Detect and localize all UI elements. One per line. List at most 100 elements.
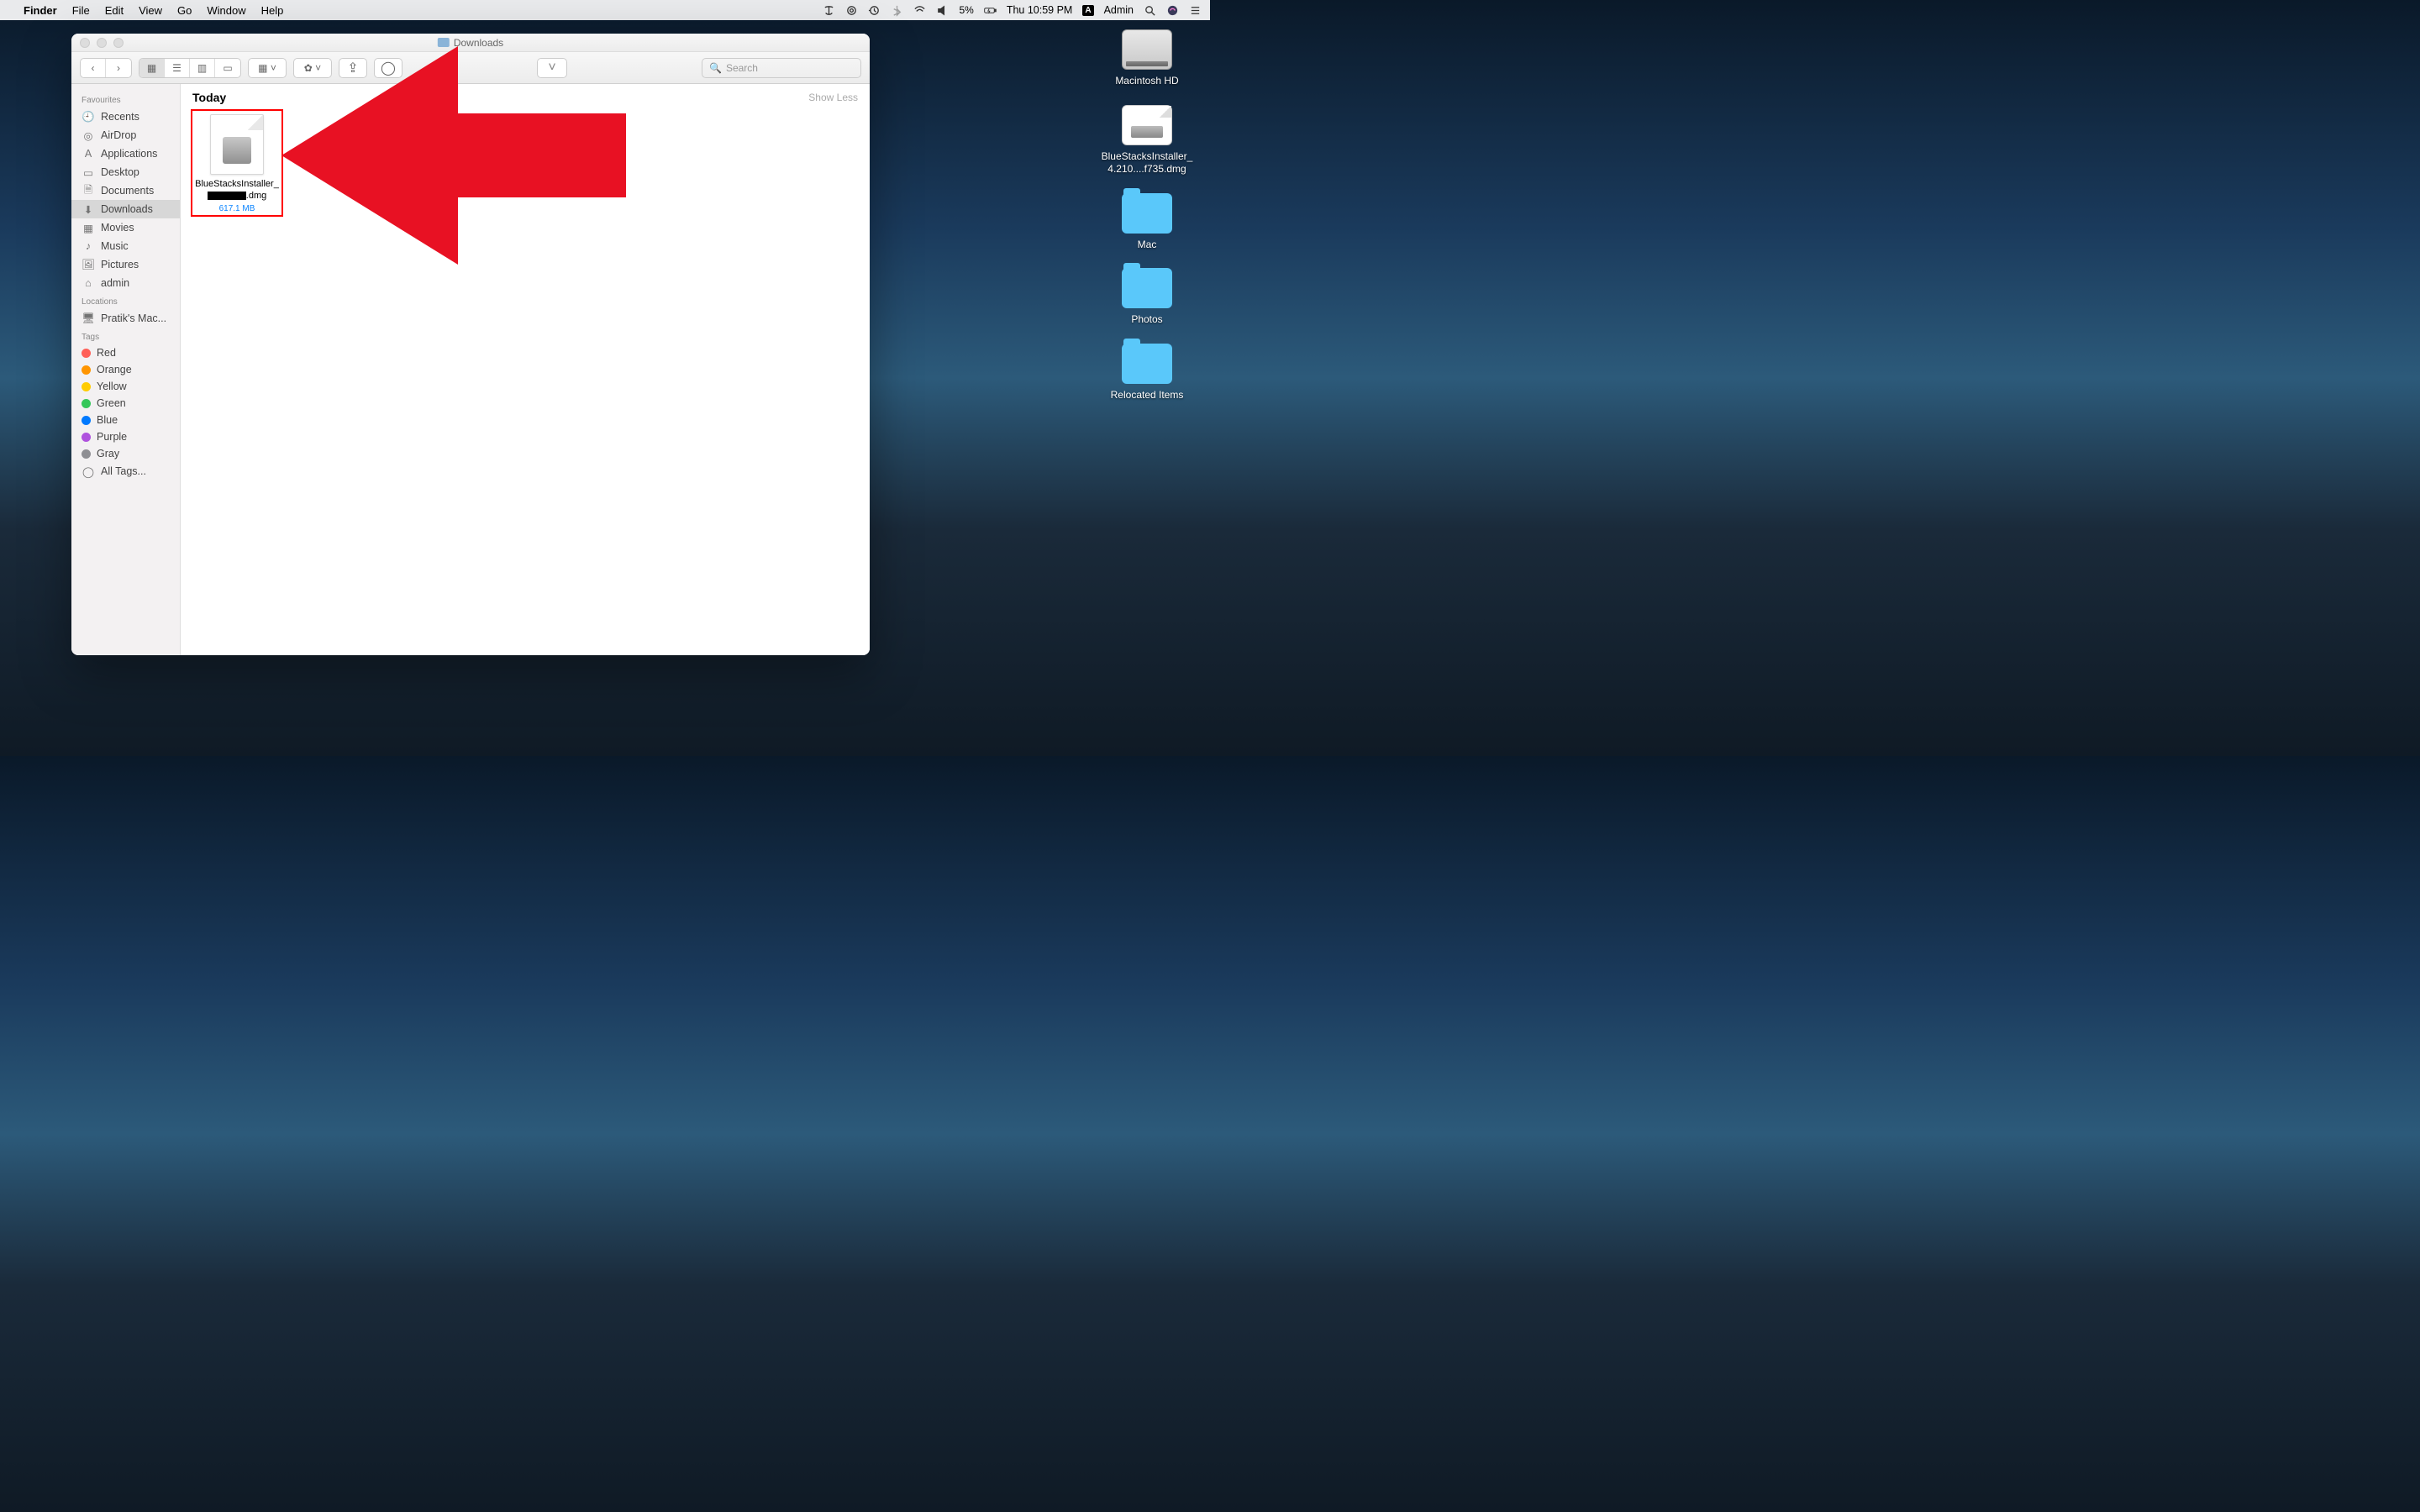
desktop-icon-hd[interactable]: Macintosh HD bbox=[1101, 29, 1193, 88]
user-name[interactable]: Admin bbox=[1104, 4, 1134, 16]
sidebar-location[interactable]: 🖥Pratik's Mac... bbox=[71, 309, 180, 328]
menubar-right: 5% Thu 10:59 PM A Admin bbox=[823, 4, 1202, 17]
sidebar-tag-orange[interactable]: Orange bbox=[71, 361, 180, 378]
tag-dot-icon bbox=[82, 365, 91, 375]
sidebar-item-recents[interactable]: 🕘Recents bbox=[71, 108, 180, 126]
sidebar-tag-green[interactable]: Green bbox=[71, 395, 180, 412]
close-button[interactable] bbox=[80, 38, 90, 48]
column-view-button[interactable]: ▥ bbox=[190, 59, 215, 77]
menu-go[interactable]: Go bbox=[177, 4, 192, 17]
file-size: 617.1 MB bbox=[219, 204, 255, 213]
sidebar-item-label: Gray bbox=[97, 448, 119, 459]
sidebar-header-tags: Tags bbox=[71, 328, 180, 344]
back-button[interactable]: ‹ bbox=[81, 59, 106, 77]
wifi-fan-icon[interactable] bbox=[823, 4, 835, 17]
sidebar-tag-blue[interactable]: Blue bbox=[71, 412, 180, 428]
action-group: ✿ ˅ bbox=[293, 58, 332, 78]
user-badge[interactable]: A bbox=[1082, 5, 1093, 16]
sidebar-item-label: Applications bbox=[101, 148, 157, 160]
path-dropdown[interactable]: ˅ bbox=[537, 58, 567, 78]
search-field[interactable]: 🔍 Search bbox=[702, 58, 861, 78]
desktop-icon-folder-mac[interactable]: Mac bbox=[1101, 193, 1193, 252]
cc-icon[interactable] bbox=[845, 4, 858, 17]
minimize-button[interactable] bbox=[97, 38, 107, 48]
files-grid: BlueStacksInstaller_.dmg 617.1 MB bbox=[181, 109, 870, 217]
share-button[interactable]: ⇪ bbox=[339, 58, 367, 78]
gallery-view-button[interactable]: ▭ bbox=[215, 59, 240, 77]
file-item-bluestacks[interactable]: BlueStacksInstaller_.dmg 617.1 MB bbox=[191, 109, 283, 217]
spotlight-icon[interactable] bbox=[1144, 4, 1156, 17]
desktop-icon-folder-relocated[interactable]: Relocated Items bbox=[1101, 344, 1193, 402]
menu-help[interactable]: Help bbox=[261, 4, 284, 17]
action-button[interactable]: ✿ ˅ bbox=[294, 59, 331, 77]
sidebar-item-admin[interactable]: ⌂admin bbox=[71, 274, 180, 292]
sidebar-item-desktop[interactable]: ▭Desktop bbox=[71, 163, 180, 181]
menubar-app[interactable]: Finder bbox=[24, 4, 57, 17]
sidebar-item-downloads[interactable]: ⬇Downloads bbox=[71, 200, 180, 218]
sidebar-item-label: Downloads bbox=[101, 203, 153, 215]
sidebar: Favourites 🕘Recents◎AirDrop A Applications… bbox=[71, 84, 181, 655]
sidebar-item-applications[interactable]: A Applications bbox=[71, 144, 180, 163]
battery-percent: 5% bbox=[959, 4, 973, 16]
sidebar-item-label: All Tags... bbox=[101, 465, 146, 477]
folder-icon bbox=[1122, 344, 1172, 384]
sidebar-tag-gray[interactable]: Gray bbox=[71, 445, 180, 462]
sidebar-item-label: Purple bbox=[97, 431, 127, 443]
folder-icon bbox=[1122, 268, 1172, 308]
icon-view-button[interactable]: ▦ bbox=[139, 59, 165, 77]
titlebar[interactable]: Downloads bbox=[71, 34, 870, 52]
sidebar-all-tags[interactable]: ◯ All Tags... bbox=[71, 462, 180, 480]
desktop-icon-dmg[interactable]: BlueStacksInstaller_4.210....f735.dmg bbox=[1101, 105, 1193, 176]
dmg-icon bbox=[1122, 105, 1172, 145]
sidebar-item-label: Recents bbox=[101, 111, 139, 123]
list-view-button[interactable]: ☰ bbox=[165, 59, 190, 77]
siri-icon[interactable] bbox=[1166, 4, 1179, 17]
zoom-button[interactable] bbox=[113, 38, 124, 48]
wifi-icon[interactable] bbox=[913, 4, 926, 17]
sidebar-icon: ▭ bbox=[82, 165, 95, 179]
sidebar-item-label: Music bbox=[101, 240, 129, 252]
notification-center-icon[interactable] bbox=[1189, 4, 1202, 17]
menu-window[interactable]: Window bbox=[207, 4, 245, 17]
sidebar-item-movies[interactable]: ▦Movies bbox=[71, 218, 180, 237]
bluetooth-icon[interactable] bbox=[891, 4, 903, 17]
sidebar-tag-red[interactable]: Red bbox=[71, 344, 180, 361]
sidebar-tag-yellow[interactable]: Yellow bbox=[71, 378, 180, 395]
nav-buttons: ‹ › bbox=[80, 58, 132, 78]
desktop-label: Macintosh HD bbox=[1115, 75, 1178, 88]
desktop-icon-folder-photos[interactable]: Photos bbox=[1101, 268, 1193, 327]
timemachine-icon[interactable] bbox=[868, 4, 881, 17]
menu-edit[interactable]: Edit bbox=[105, 4, 124, 17]
tag-dot-icon bbox=[82, 416, 91, 425]
menu-view[interactable]: View bbox=[139, 4, 162, 17]
battery-icon[interactable] bbox=[984, 4, 997, 17]
sidebar-header-favourites: Favourites bbox=[71, 91, 180, 108]
tags-button[interactable]: ◯ bbox=[374, 58, 402, 78]
sidebar-item-label: Documents bbox=[101, 185, 154, 197]
file-name-suffix: .dmg bbox=[246, 191, 266, 201]
arrange-button[interactable]: ▦ ˅ bbox=[249, 59, 286, 77]
folder-icon bbox=[1122, 193, 1172, 234]
view-buttons: ▦ ☰ ▥ ▭ bbox=[139, 58, 241, 78]
sidebar-item-music[interactable]: ♪Music bbox=[71, 237, 180, 255]
sidebar-tag-purple[interactable]: Purple bbox=[71, 428, 180, 445]
sidebar-icon: A bbox=[82, 147, 95, 160]
sidebar-item-label: Pratik's Mac... bbox=[101, 312, 166, 324]
sidebar-item-pictures[interactable]: 🖼Pictures bbox=[71, 255, 180, 274]
sidebar-icon: ⌂ bbox=[82, 276, 95, 290]
desktop-label: Photos bbox=[1131, 313, 1162, 327]
volume-icon[interactable] bbox=[936, 4, 949, 17]
traffic-lights bbox=[80, 38, 124, 48]
sidebar-item-airdrop[interactable]: ◎AirDrop bbox=[71, 126, 180, 144]
desktop-icons: Macintosh HD BlueStacksInstaller_4.210..… bbox=[1101, 29, 1193, 402]
forward-button[interactable]: › bbox=[106, 59, 131, 77]
tag-dot-icon bbox=[82, 349, 91, 358]
menu-file[interactable]: File bbox=[72, 4, 90, 17]
desktop-label: Mac bbox=[1138, 239, 1157, 252]
show-less-button[interactable]: Show Less bbox=[808, 92, 858, 103]
clock[interactable]: Thu 10:59 PM bbox=[1007, 4, 1073, 16]
sidebar-item-label: Yellow bbox=[97, 381, 127, 392]
tag-dot-icon bbox=[82, 433, 91, 442]
sidebar-item-documents[interactable]: 🗎Documents bbox=[71, 181, 180, 200]
section-title: Today bbox=[192, 91, 226, 104]
